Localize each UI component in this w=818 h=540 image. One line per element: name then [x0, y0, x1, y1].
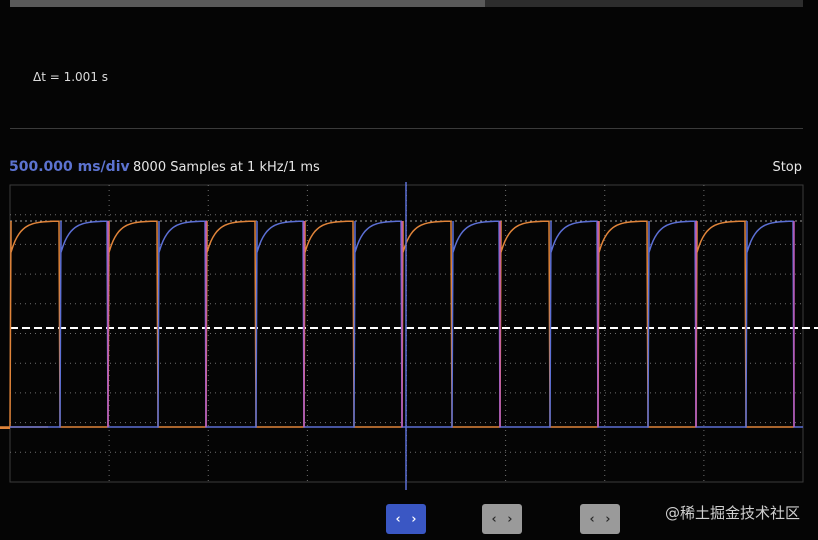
- cursor-3-nav-button[interactable]: ‹ ›: [580, 504, 620, 534]
- timebase-setting[interactable]: 500.000 ms/div: [9, 159, 130, 175]
- watermark: @稀土掘金技术社区: [664, 504, 800, 522]
- scope-display: [0, 182, 818, 490]
- orange-waveform: [0, 220, 794, 428]
- waveforms: [0, 220, 803, 428]
- scrollbar-thumb[interactable]: [10, 0, 485, 7]
- sample-info: 8000 Samples at 1 kHz/1 ms: [133, 160, 320, 175]
- delta-t-readout: Δt = 1.001 s: [33, 70, 109, 84]
- acquisition-status: Stop: [772, 160, 802, 175]
- cursor-2-nav-button[interactable]: ‹ ›: [482, 504, 522, 534]
- horizontal-scrollbar[interactable]: [10, 0, 803, 7]
- divider: [10, 128, 803, 129]
- cursor-1-nav-button[interactable]: ‹ ›: [386, 504, 426, 534]
